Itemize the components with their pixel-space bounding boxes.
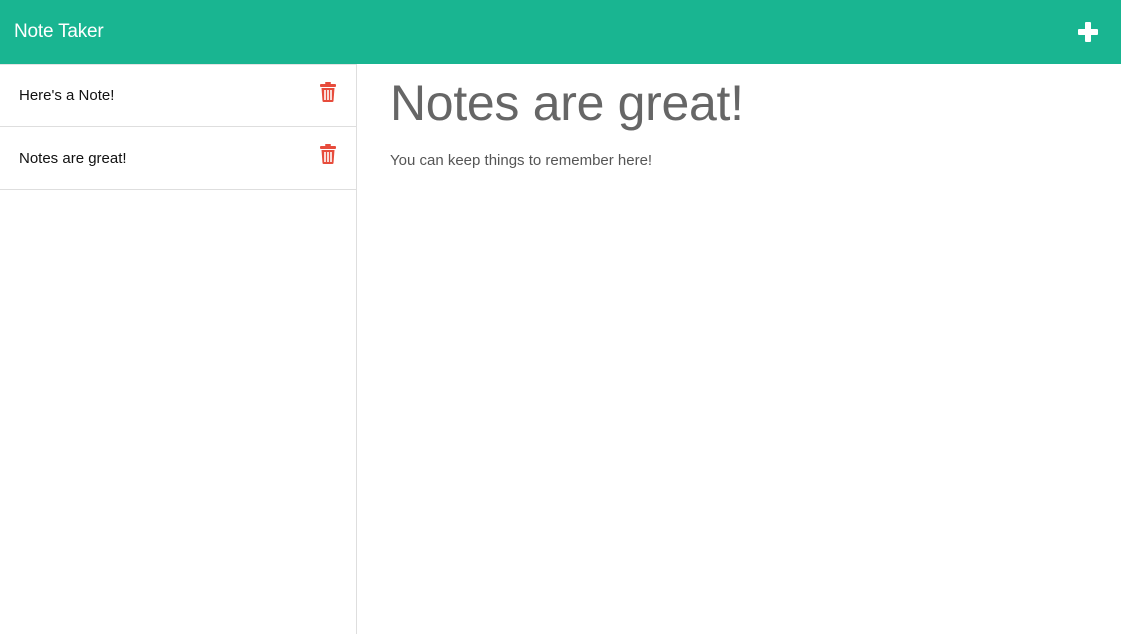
add-note-button[interactable]: [1077, 21, 1099, 43]
note-list-item[interactable]: Here's a Note!: [0, 64, 356, 127]
brand-title[interactable]: Note Taker: [14, 21, 104, 43]
note-text[interactable]: You can keep things to remember here!: [390, 152, 1090, 169]
trash-icon[interactable]: [319, 143, 337, 165]
navbar: Note Taker: [0, 0, 1121, 64]
trash-icon[interactable]: [319, 81, 337, 103]
note-taker-app: Note Taker Here's a Note! Notes are grea…: [0, 0, 1121, 634]
note-list-item-title: Here's a Note!: [19, 87, 115, 104]
note-editor: Notes are great! You can keep things to …: [390, 64, 1090, 169]
note-list-item-title: Notes are great!: [19, 149, 127, 167]
note-title[interactable]: Notes are great!: [390, 74, 1090, 132]
plus-icon: [1078, 22, 1098, 42]
note-list: Here's a Note! Notes are great!: [0, 64, 357, 634]
note-list-item[interactable]: Notes are great!: [0, 127, 356, 190]
